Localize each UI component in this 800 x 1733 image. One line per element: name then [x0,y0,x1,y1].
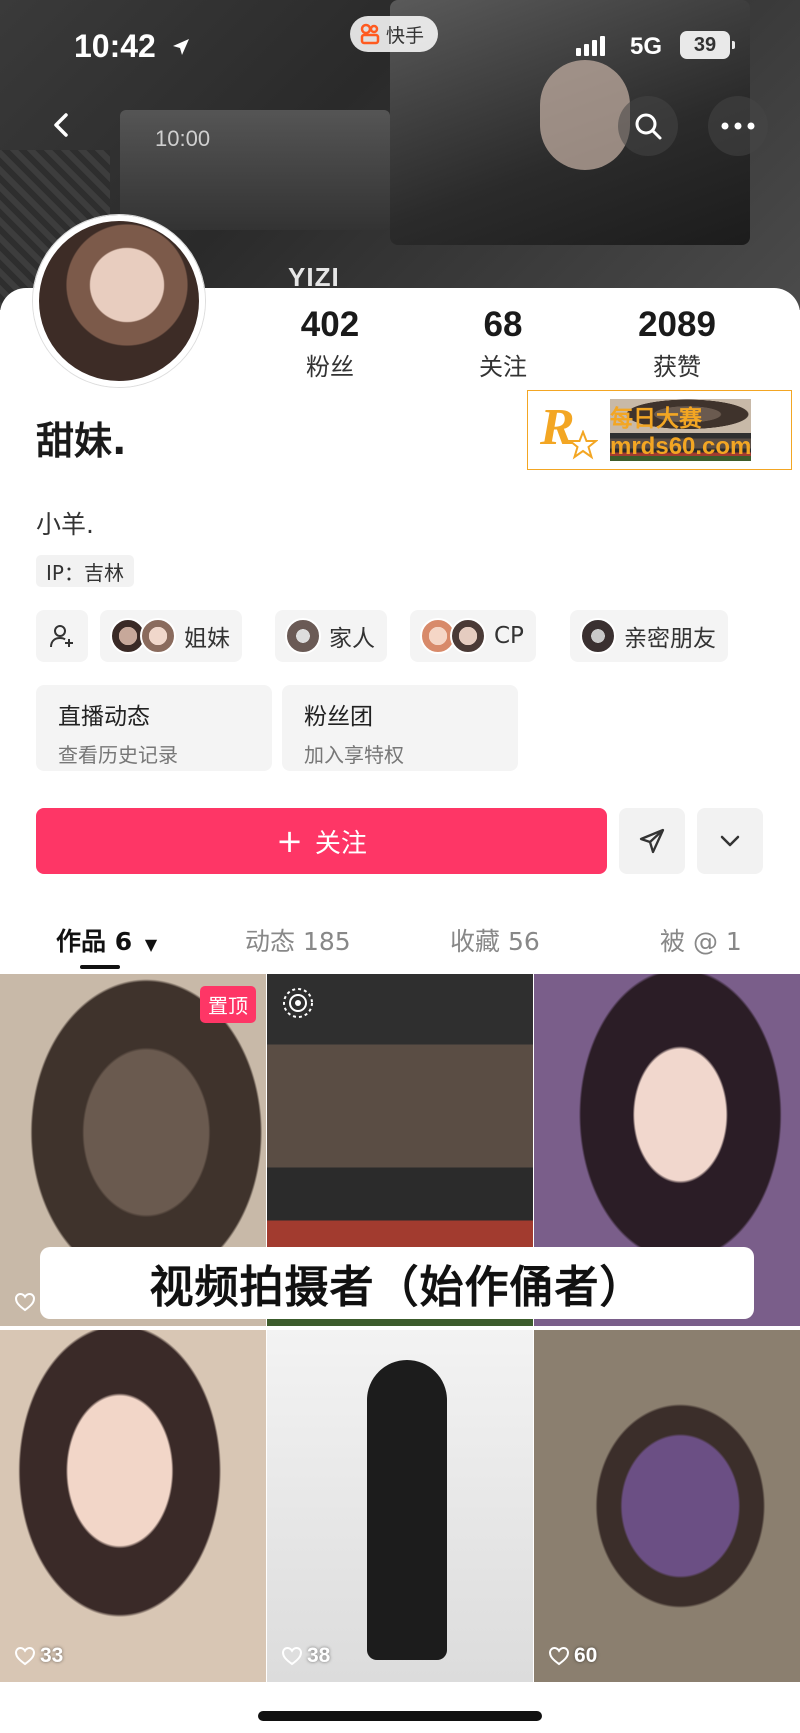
watermark-badge: R [538,398,602,462]
search-button[interactable] [618,96,678,156]
caret-down-icon: ▼ [144,935,158,954]
mini-avatar [580,618,616,654]
tab-works-label: 作品 6 [56,927,133,956]
follow-label: 关注 [314,828,367,859]
live-history-title: 直播动态 [58,704,150,730]
overlay-caption: 视频拍摄者（始作俑者） [40,1247,754,1319]
relation-label: 姐妹 [184,626,230,652]
status-time-text: 10:42 [74,28,156,64]
relation-label: CP [494,623,524,649]
tab-moments[interactable]: 动态 185 [245,922,351,958]
relation-chip-cp[interactable]: CP [410,610,536,662]
mini-avatar [450,618,486,654]
like-count-text: 33 [40,1644,64,1667]
follow-button[interactable]: + 关注 [36,808,607,874]
status-time: 10:42 [74,28,191,65]
battery-icon: 39 [680,31,735,59]
content-tabs: 作品 6 ▼ 动态 185 收藏 56 被 @ 1 [0,910,800,970]
back-icon [54,113,68,137]
tab-mentions[interactable]: 被 @ 1 [660,922,742,958]
stat-fans[interactable]: 402 粉丝 [260,305,400,382]
share-icon [639,828,665,854]
live-history-subtitle: 查看历史记录 [58,743,178,767]
star-icon [568,430,598,460]
live-icon [283,988,313,1018]
stat-fans-value: 402 [300,305,360,344]
stat-likes-label: 获赞 [653,353,701,381]
banner-inner-time: 10:00 [155,126,211,151]
ip-location-text: IP：吉林 [46,560,124,585]
app-name: 快手 [386,24,425,47]
figure-silhouette [367,1360,447,1660]
chevron-down-icon [720,835,740,847]
stat-likes-value: 2089 [638,305,716,344]
like-count: 33 [14,1644,63,1668]
video-tile[interactable]: 33 [0,1330,266,1682]
expand-button[interactable] [697,808,763,874]
video-tile[interactable]: 38 [267,1330,533,1682]
fan-club-card[interactable]: 粉丝团 加入享特权 [282,685,518,771]
tab-active-indicator [80,965,120,969]
live-history-card[interactable]: 直播动态 查看历史记录 [36,685,272,771]
profile-bio: 小羊. [36,510,94,539]
battery-level: 39 [693,33,717,56]
mini-avatar [285,618,321,654]
mini-avatar [140,618,176,654]
video-tile[interactable]: 60 [534,1330,800,1682]
network-type: 5G [630,33,663,60]
heart-icon [281,1646,303,1666]
relation-chip-sisters[interactable]: 姐妹 [100,610,242,662]
like-count-text: 38 [307,1644,331,1667]
app-indicator[interactable]: 快手 [350,16,439,52]
more-icon [721,122,755,130]
relation-chip-close-friends[interactable]: 亲密朋友 [570,610,728,662]
watermark-line1: 每日大赛 [610,399,752,433]
more-button[interactable] [708,96,768,156]
stat-fans-label: 粉丝 [306,353,354,381]
heart-icon [14,1292,36,1312]
relation-label: 家人 [329,626,375,652]
back-button[interactable] [32,95,92,155]
tab-works[interactable]: 作品 6 ▼ [56,922,157,958]
watermark-line2: mrds60.com [610,433,752,461]
signal-icon [576,36,605,56]
location-arrow-icon [172,39,189,55]
stat-likes[interactable]: 2089 获赞 [607,305,747,382]
tab-favorites[interactable]: 收藏 56 [450,922,540,958]
stat-following-label: 关注 [479,353,527,381]
plus-icon: + [276,822,303,860]
fan-club-subtitle: 加入享特权 [304,743,404,767]
heart-icon [14,1646,36,1666]
like-count [14,1292,40,1312]
home-indicator[interactable] [258,1711,542,1721]
stat-following[interactable]: 68 关注 [433,305,573,382]
search-icon [635,113,662,140]
share-button[interactable] [619,808,685,874]
relation-label: 亲密朋友 [624,626,716,652]
stat-following-value: 68 [483,305,523,344]
avatar[interactable] [33,215,205,387]
fan-club-title: 粉丝团 [304,704,373,730]
heart-icon [548,1646,570,1666]
relation-chip-family[interactable]: 家人 [275,610,387,662]
like-count: 38 [281,1644,330,1668]
kuaishou-logo-icon [360,23,380,45]
ip-location-tag: IP：吉林 [36,555,134,587]
profile-name: 甜妹. [36,419,127,463]
watermark-logo: R 每日大赛 mrds60.com [527,390,792,470]
add-friend-button[interactable] [36,610,88,662]
like-count: 60 [548,1644,597,1668]
add-friend-icon [50,625,73,648]
like-count-text: 60 [574,1644,598,1667]
pinned-badge: 置顶 [200,986,256,1023]
